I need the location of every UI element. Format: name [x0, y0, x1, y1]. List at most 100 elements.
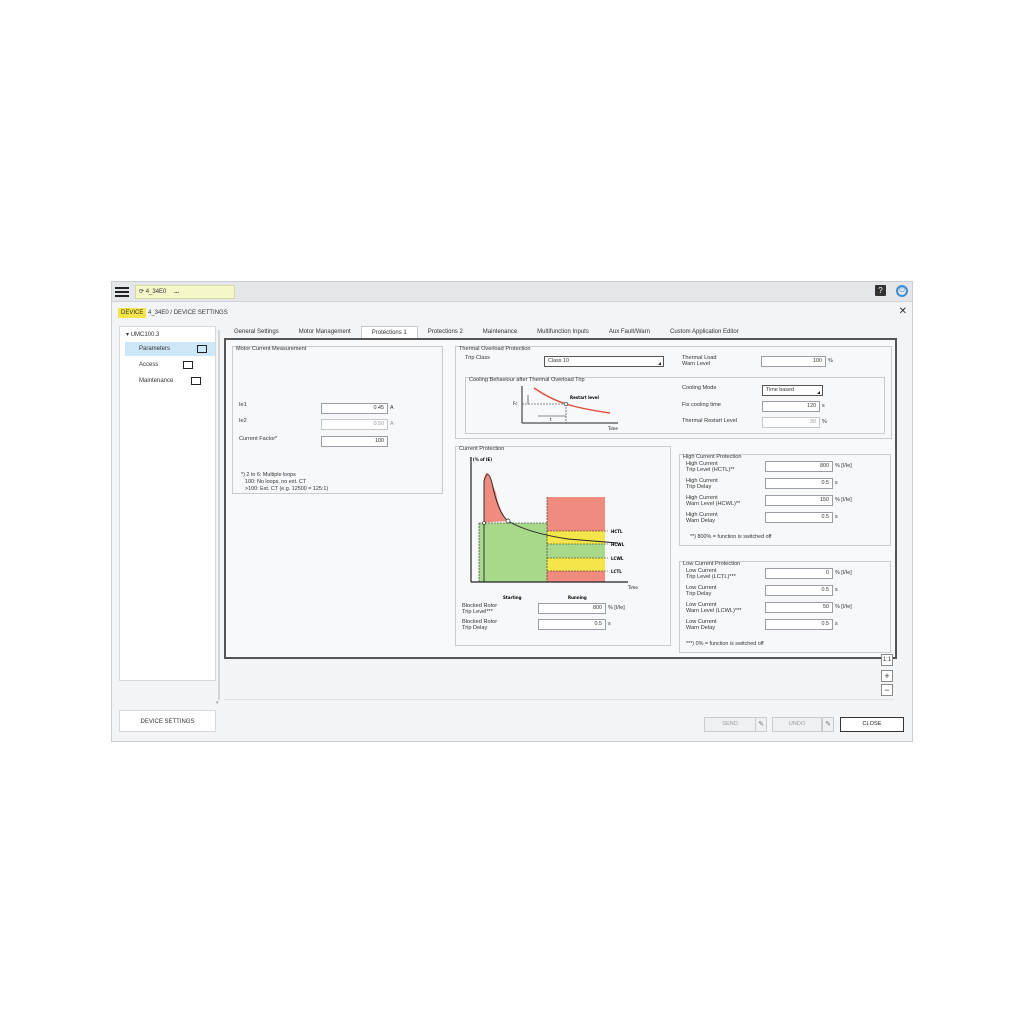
current-factor-label: Current Factor*: [239, 436, 278, 442]
blocked-trip-label: Blocked Rotor Trip Level***: [462, 603, 497, 615]
label-line: Warn Delay: [686, 625, 716, 631]
starting-green-zone: [479, 523, 547, 582]
blocked-delay-input[interactable]: 0.5: [538, 619, 606, 630]
close-icon[interactable]: ✕: [899, 306, 907, 317]
ie2-label: Ie2: [239, 418, 247, 424]
curve-point: [505, 518, 511, 524]
hctl-input[interactable]: 800: [765, 461, 833, 472]
sidebar-scrollbar[interactable]: ▾: [216, 326, 222, 706]
restart-level-label: Thermal Restart Level: [682, 418, 738, 424]
breadcrumb-device-tag[interactable]: DEVICE: [118, 308, 147, 318]
hcwl-label: HCWL: [611, 542, 625, 547]
zoom-fit-button[interactable]: 1:1: [881, 654, 893, 666]
zoom-out-button[interactable]: −: [881, 684, 893, 696]
hc-trip-delay-input[interactable]: 0.5: [765, 478, 833, 489]
edit-box-icon: [183, 361, 193, 369]
undo-button[interactable]: UNDO: [772, 717, 822, 732]
label-line: Trip Level***: [462, 609, 493, 615]
ie2-input: 0.50: [321, 419, 388, 430]
ie2-unit: A: [390, 421, 394, 427]
t-text: t: [550, 417, 552, 422]
label-line: Trip Level (LCTL)***: [686, 574, 736, 580]
panel-title: Low Current Protection: [683, 561, 741, 567]
sidebar-item-access[interactable]: Access: [125, 358, 215, 372]
lctl-input[interactable]: 0: [765, 568, 833, 579]
lcwl-field-label: Low Current Warn Level (LCWL)***: [686, 602, 741, 614]
horizontal-scrollbar[interactable]: [224, 699, 894, 704]
undo-edit-icon[interactable]: ✎: [822, 717, 834, 732]
protections-content: Motor Current Measurement Ie1 0.45 A Ie2…: [224, 338, 897, 659]
hc-warn-delay-input[interactable]: 0.5: [765, 512, 833, 523]
hcwl-unit: % [I/Ie]: [835, 497, 852, 503]
running-red-zone: [547, 497, 605, 531]
running-yellow-low-zone: [547, 558, 605, 571]
lctl-label: LCTL: [611, 569, 622, 574]
hcwl-input[interactable]: 150: [765, 495, 833, 506]
hc-trip-delay-unit: s: [835, 480, 838, 486]
help-icon[interactable]: ?: [875, 285, 886, 296]
tree-root[interactable]: ▾ UMC100.3: [126, 331, 159, 338]
hc-trip-delay-label: High Current Trip Delay: [686, 478, 718, 490]
thermal-warn-unit: %: [828, 358, 833, 364]
blocked-trip-unit: % [I/Ie]: [608, 605, 625, 611]
thermal-warn-input[interactable]: 100: [761, 356, 826, 367]
device-selector[interactable]: ⟳ 4_34E0 ...: [135, 285, 235, 299]
lcwl-label: LCWL: [611, 556, 624, 561]
hcwl-field-label: High Current Warn Level (HCWL)**: [686, 495, 740, 507]
motor-current-panel: Motor Current Measurement Ie1 0.45 A Ie2…: [232, 346, 443, 494]
power-icon[interactable]: ⏻: [896, 285, 908, 297]
device-more-dots[interactable]: ...: [174, 289, 179, 295]
caret-down-icon: ▾: [126, 332, 130, 338]
time-axis-text: Time: [607, 426, 618, 431]
cooling-curve: [533, 387, 611, 414]
lctl-field-label: Low Current Trip Level (LCTL)***: [686, 568, 736, 580]
edit-box-icon: [197, 345, 207, 353]
cooling-diagram: Restart level Time Fc t: [513, 386, 618, 431]
panel-title: Current Protection: [459, 446, 505, 452]
hamburger-menu-icon[interactable]: [115, 285, 129, 299]
hc-warn-delay-label: High Current Warn Delay: [686, 512, 718, 524]
top-bar: ⟳ 4_34E0 ... ? ⏻: [112, 282, 912, 302]
close-button[interactable]: CLOSE: [840, 717, 904, 732]
cooling-mode-select[interactable]: Time based: [762, 385, 823, 396]
restart-level-unit: %: [822, 419, 827, 425]
sidebar-item-parameters[interactable]: Parameters: [125, 342, 215, 356]
lc-trip-delay-unit: s: [835, 587, 838, 593]
lc-trip-delay-input[interactable]: 0.5: [765, 585, 833, 596]
label-line: Warn Level: [682, 361, 711, 367]
hctl-unit: % [I/Ie]: [835, 463, 852, 469]
sidebar-tree: ▾ UMC100.3 Parameters Access Maintenance: [119, 326, 216, 681]
ie1-label: Ie1: [239, 402, 247, 408]
note-line: 100: No loops, no ext. CT: [245, 479, 307, 485]
panel-title: Motor Current Measurement: [236, 346, 307, 352]
fix-cooling-input[interactable]: 120: [762, 401, 820, 412]
send-button[interactable]: SEND: [704, 717, 756, 732]
label-line: Trip Delay: [686, 591, 712, 597]
trip-class-label: Trip Class: [465, 355, 490, 361]
thermal-warn-label: Thermal Load Warn Level: [682, 355, 717, 367]
current-factor-input[interactable]: 100: [321, 436, 388, 447]
hctl-field-label: High Current Trip Level (HCTL)**: [686, 461, 735, 473]
current-protection-panel: Current Protection I (% of IE) HCTL HCWL…: [455, 446, 671, 646]
lc-warn-delay-input[interactable]: 0.5: [765, 619, 833, 630]
lcwl-input[interactable]: 50: [765, 602, 833, 613]
lc-warn-delay-unit: s: [835, 621, 838, 627]
restart-point: [563, 401, 569, 407]
tab-device-settings[interactable]: DEVICE SETTINGS: [119, 710, 216, 732]
ie1-input[interactable]: 0.45: [321, 403, 388, 414]
blocked-trip-input[interactable]: 800: [538, 603, 606, 614]
restart-level-input: 30: [762, 417, 820, 428]
current-protection-diagram: I (% of IE) HCTL HCWL LCWL LCTL Time Sta…: [470, 457, 638, 600]
send-edit-icon[interactable]: ✎: [755, 717, 767, 732]
blocked-delay-label: Blocked Rotor Trip Delay: [462, 619, 497, 631]
diagram-y-label: I (% of IE): [470, 457, 492, 462]
cooling-mode-label: Cooling Mode: [682, 385, 717, 391]
trip-class-select[interactable]: Class 10: [544, 356, 664, 367]
zoom-in-button[interactable]: +: [881, 670, 893, 682]
sidebar-item-label: Parameters: [139, 346, 171, 352]
lcwl-unit: % [I/Ie]: [835, 604, 852, 610]
ie1-unit: A: [390, 405, 394, 411]
thermal-overload-panel: Thermal Overload Protection Trip Class C…: [455, 346, 892, 439]
sidebar-item-label: Access: [139, 362, 159, 368]
sidebar-item-maintenance[interactable]: Maintenance: [125, 374, 215, 388]
